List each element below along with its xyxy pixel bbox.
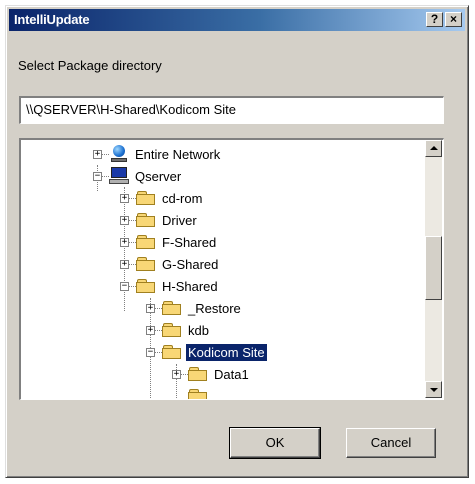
tree-node-label: Driver bbox=[162, 213, 197, 228]
tree-node-label-selected: Kodicom Site bbox=[185, 343, 268, 362]
tree-connector bbox=[155, 330, 162, 331]
scroll-up-button[interactable] bbox=[425, 140, 442, 157]
scroll-down-button[interactable] bbox=[425, 381, 442, 398]
expand-icon[interactable]: + bbox=[120, 260, 129, 269]
tree-connector bbox=[129, 242, 136, 243]
ok-button[interactable]: OK bbox=[229, 427, 321, 459]
directory-tree[interactable]: + Entire Network − Qserver + cd-rom + Dr… bbox=[19, 138, 444, 400]
down-arrow-icon bbox=[430, 388, 438, 392]
tree-node-label: G-Shared bbox=[162, 257, 219, 272]
cancel-button[interactable]: Cancel bbox=[346, 428, 436, 458]
folder-icon bbox=[136, 257, 156, 272]
tree-node-label: H-Shared bbox=[162, 279, 218, 294]
window-title: IntelliUpdate bbox=[14, 12, 90, 27]
folder-icon bbox=[188, 389, 208, 399]
collapse-icon[interactable]: − bbox=[120, 282, 129, 291]
close-button[interactable]: × bbox=[445, 12, 462, 27]
package-path-field[interactable]: \\QSERVER\H-Shared\Kodicom Site bbox=[19, 96, 444, 124]
folder-icon bbox=[136, 235, 156, 250]
tree-connector bbox=[181, 374, 188, 375]
collapse-icon[interactable]: − bbox=[146, 348, 155, 357]
tree-node-label: kdb bbox=[188, 323, 209, 338]
tree-guide-line bbox=[124, 187, 125, 311]
expand-icon[interactable]: + bbox=[120, 194, 129, 203]
folder-icon bbox=[162, 301, 182, 316]
tree-node-label: Entire Network bbox=[135, 147, 221, 162]
tree-node-label: _Restore bbox=[188, 301, 241, 316]
help-button[interactable]: ? bbox=[426, 12, 443, 27]
folder-icon bbox=[188, 367, 208, 382]
tree-node-label: F-Shared bbox=[162, 235, 217, 250]
tree-content: + Entire Network − Qserver + cd-rom + Dr… bbox=[21, 140, 425, 399]
title-bar[interactable]: IntelliUpdate ? × bbox=[9, 9, 465, 31]
expand-icon[interactable]: + bbox=[146, 326, 155, 335]
tree-vertical-scrollbar[interactable] bbox=[425, 140, 442, 398]
tree-node-label: cd-rom bbox=[162, 191, 203, 206]
expand-icon[interactable]: + bbox=[120, 216, 129, 225]
folder-icon bbox=[136, 213, 156, 228]
tree-connector bbox=[155, 308, 162, 309]
expand-icon[interactable]: + bbox=[120, 238, 129, 247]
tree-connector bbox=[155, 352, 162, 353]
tree-connector bbox=[102, 154, 109, 155]
tree-node-label: Qserver bbox=[135, 169, 182, 184]
expand-icon[interactable]: + bbox=[146, 304, 155, 313]
open-folder-icon bbox=[162, 345, 182, 360]
tree-connector bbox=[129, 220, 136, 221]
server-icon bbox=[109, 167, 129, 186]
collapse-icon[interactable]: − bbox=[93, 172, 102, 181]
network-icon bbox=[109, 145, 129, 164]
expand-icon[interactable]: + bbox=[93, 150, 102, 159]
scroll-thumb[interactable] bbox=[425, 236, 442, 300]
tree-node-label: Data1 bbox=[214, 367, 249, 382]
tree-connector bbox=[102, 176, 109, 177]
up-arrow-icon bbox=[430, 146, 438, 150]
folder-icon bbox=[136, 279, 156, 294]
tree-connector bbox=[129, 264, 136, 265]
folder-icon bbox=[136, 191, 156, 206]
tree-connector bbox=[129, 286, 136, 287]
folder-icon bbox=[162, 323, 182, 338]
prompt-label: Select Package directory bbox=[18, 58, 162, 73]
tree-connector bbox=[129, 198, 136, 199]
expand-icon[interactable]: + bbox=[172, 370, 181, 379]
